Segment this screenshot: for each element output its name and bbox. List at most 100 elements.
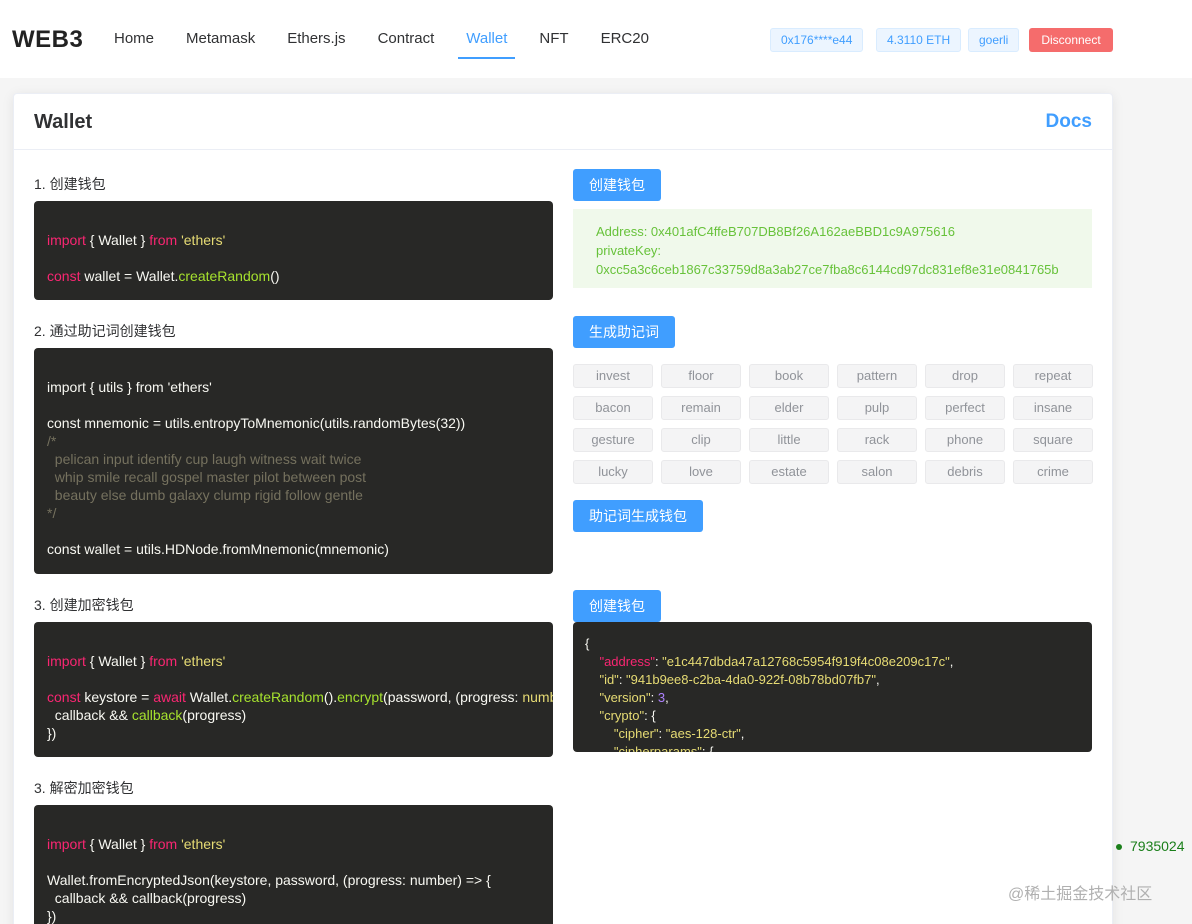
wallet-address: Address: 0x401afC4ffeB707DB8Bf26A162aeBB… xyxy=(596,224,955,239)
code-token: await xyxy=(153,689,186,705)
code-line: }) xyxy=(47,725,57,741)
json-value: 3 xyxy=(657,690,666,705)
code-token: 'ethers' xyxy=(181,232,226,248)
mnemonic-word-tag: remain xyxy=(661,396,741,420)
code-token: const xyxy=(47,268,81,284)
nav-label: Home xyxy=(114,30,155,47)
mnemonic-word-tag: drop xyxy=(925,364,1005,388)
mnemonic-word-tag: salon xyxy=(837,460,917,484)
code-token: const xyxy=(47,689,81,705)
mnemonic-word-tag: rack xyxy=(837,428,917,452)
mnemonic-word-grid: invest floor book pattern drop repeat bacon rem… xyxy=(573,364,1093,484)
code-comment: */ xyxy=(47,505,57,521)
nav-wallet[interactable]: Wallet xyxy=(450,0,523,60)
encrypt-wallet-button[interactable]: 创建钱包 xyxy=(573,590,661,622)
network-badge: goerli xyxy=(968,28,1020,52)
code-token: { Wallet } xyxy=(85,653,150,669)
main-nav: Home Metamask Ethers.js Contract Wallet … xyxy=(98,0,665,60)
code-token: () xyxy=(270,268,280,284)
json-key: "version" xyxy=(599,690,651,705)
mnemonic-word-tag: clip xyxy=(661,428,741,452)
code-token: (progress) xyxy=(182,707,247,723)
mnemonic-word-tag: floor xyxy=(661,364,741,388)
json-value: "aes-128-ctr" xyxy=(665,726,741,741)
section-decrypt-wallet: 3. 解密加密钱包 xyxy=(34,780,134,796)
code-token: 'ethers' xyxy=(181,836,226,852)
wallet-card: Wallet Docs 1. 创建钱包 import { Wallet } fr… xyxy=(13,93,1113,924)
mnemonic-word-tag: debris xyxy=(925,460,1005,484)
top-navbar: WEB3 Home Metamask Ethers.js Contract Wa… xyxy=(0,0,1192,78)
disconnect-button[interactable]: Disconnect xyxy=(1029,28,1113,52)
brand-logo[interactable]: WEB3 xyxy=(12,26,83,54)
nav-label: NFT xyxy=(539,30,569,47)
json-key: "address" xyxy=(599,654,655,669)
json-key: "cipherparams" xyxy=(613,744,702,752)
mnemonic-word-tag: little xyxy=(749,428,829,452)
json-key: "cipher" xyxy=(613,726,659,741)
mnemonic-word-tag: insane xyxy=(1013,396,1093,420)
card-title: Wallet xyxy=(34,111,93,133)
code-token: import xyxy=(47,836,86,852)
code-comment: beauty else dumb galaxy clump rigid foll… xyxy=(47,487,363,503)
mnemonic-word-tag: invest xyxy=(573,364,653,388)
nav-label: ERC20 xyxy=(600,30,649,47)
mnemonic-word-tag: elder xyxy=(749,396,829,420)
nav-home[interactable]: Home xyxy=(98,0,170,60)
nav-label: Ethers.js xyxy=(287,30,346,47)
mnemonic-word-tag: pulp xyxy=(837,396,917,420)
nav-nft[interactable]: NFT xyxy=(523,0,584,60)
keystore-json-viewer: { "address": "e1c447dbda47a12768c5954f91… xyxy=(573,622,1092,752)
code-block-mnemonic: import { utils } from 'ethers' const mne… xyxy=(34,348,553,574)
nav-ethers[interactable]: Ethers.js xyxy=(271,0,361,60)
docs-link[interactable]: Docs xyxy=(1046,111,1092,133)
code-line: const wallet = utils.HDNode.fromMnemonic… xyxy=(47,541,389,557)
code-block-decrypt: import { Wallet } from 'ethers' Wallet.f… xyxy=(34,805,553,924)
create-wallet-button[interactable]: 创建钱包 xyxy=(573,169,661,201)
code-token: (). xyxy=(323,689,338,705)
code-token: 'ethers' xyxy=(181,653,226,669)
json-key: "id" xyxy=(599,672,619,687)
nav-label: Contract xyxy=(377,30,435,47)
mnemonic-word-tag: love xyxy=(661,460,741,484)
mnemonic-wallet-button[interactable]: 助记词生成钱包 xyxy=(573,500,703,532)
side-counter: 7935024 xyxy=(1116,838,1185,854)
code-comment: whip smile recall gospel master pilot be… xyxy=(47,469,367,485)
balance-badge: 4.3110 ETH xyxy=(876,28,962,52)
mnemonic-word-tag: repeat xyxy=(1013,364,1093,388)
generate-mnemonic-button[interactable]: 生成助记词 xyxy=(573,316,675,348)
code-token: encrypt xyxy=(337,689,384,705)
code-token: import xyxy=(47,232,86,248)
code-token: createRandom xyxy=(178,268,271,284)
section-mnemonic-wallet: 2. 通过助记词创建钱包 xyxy=(34,323,176,339)
code-token: callback xyxy=(131,707,183,723)
watermark: @稀土掘金技术社区 xyxy=(1008,886,1153,903)
mnemonic-word-tag: estate xyxy=(749,460,829,484)
code-block-create-wallet: import { Wallet } from 'ethers' const wa… xyxy=(34,201,553,300)
nav-metamask[interactable]: Metamask xyxy=(170,0,271,60)
code-line: }) xyxy=(47,908,57,924)
mnemonic-word-tag: phone xyxy=(925,428,1005,452)
mnemonic-word-tag: square xyxy=(1013,428,1093,452)
private-key-value: 0xcc5a3c6ceb1867c33759d8a3ab27ce7fba8c61… xyxy=(596,262,1059,277)
code-token: wallet = Wallet. xyxy=(80,268,179,284)
code-token: { Wallet } xyxy=(85,836,150,852)
card-header: Wallet Docs xyxy=(14,94,1112,150)
code-token: keystore = xyxy=(80,689,154,705)
code-line: import { utils } from 'ethers' xyxy=(47,379,212,395)
mnemonic-word-tag: gesture xyxy=(573,428,653,452)
mnemonic-word-tag: book xyxy=(749,364,829,388)
wallet-result-alert: Address: 0x401afC4ffeB707DB8Bf26A162aeBB… xyxy=(573,209,1092,288)
mnemonic-word-tag: bacon xyxy=(573,396,653,420)
code-line: const mnemonic = utils.entropyToMnemonic… xyxy=(47,415,466,431)
json-brace: { xyxy=(585,636,590,651)
code-token: { Wallet } xyxy=(85,232,150,248)
mnemonic-word-tag: lucky xyxy=(573,460,653,484)
code-token: import xyxy=(47,653,86,669)
nav-erc20[interactable]: ERC20 xyxy=(585,0,665,60)
code-comment: /* xyxy=(47,433,57,449)
json-value: "e1c447dbda47a12768c5954f919f4c08e209c17… xyxy=(662,654,950,669)
code-block-encrypt: import { Wallet } from 'ethers' const ke… xyxy=(34,622,553,757)
code-token: number xyxy=(522,689,553,705)
nav-contract[interactable]: Contract xyxy=(362,0,451,60)
nav-label: Metamask xyxy=(186,30,256,47)
